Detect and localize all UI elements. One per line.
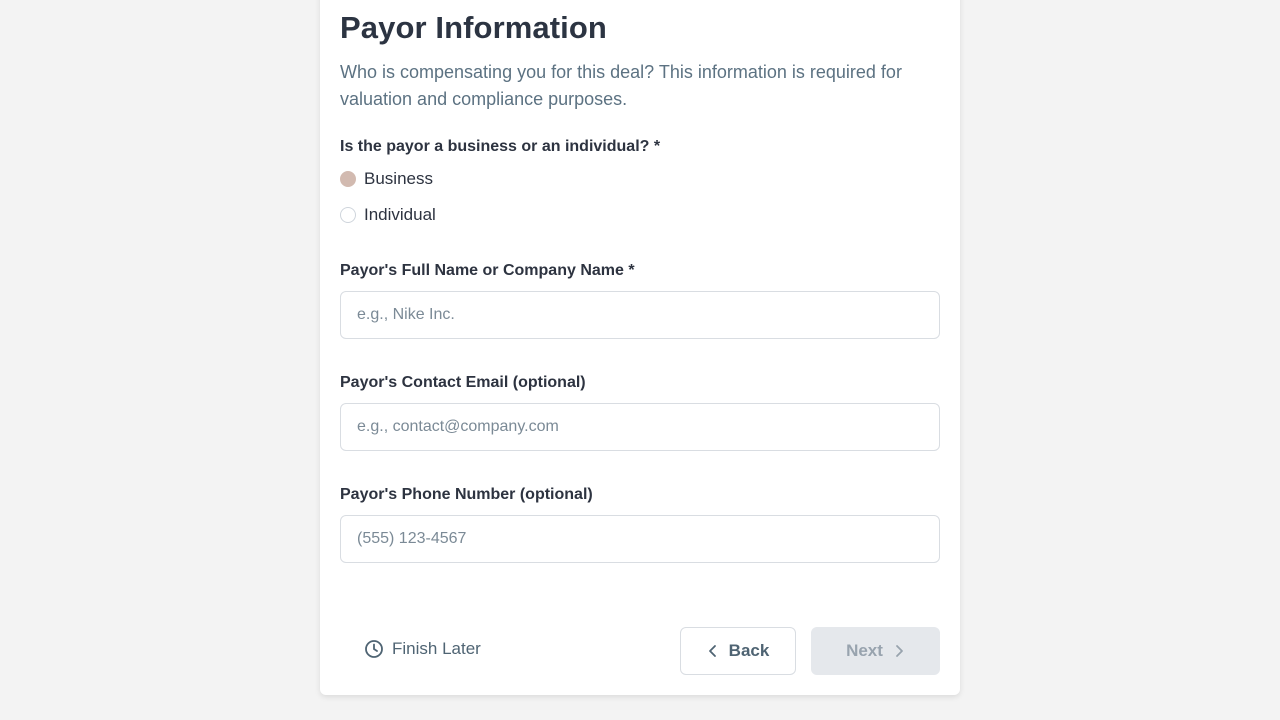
- radio-option-individual[interactable]: Individual: [340, 205, 436, 225]
- name-field-label: Payor's Full Name or Company Name *: [340, 262, 635, 279]
- radio-label-business: Business: [364, 169, 433, 188]
- form-card: Payor Information Who is compensating yo…: [320, 0, 960, 695]
- finish-later-label: Finish Later: [392, 639, 481, 658]
- page-subtitle: Who is compensating you for this deal? T…: [340, 62, 902, 109]
- payor-phone-input[interactable]: [340, 515, 940, 563]
- email-field-label: Payor's Contact Email (optional): [340, 374, 586, 391]
- payor-name-input[interactable]: [340, 291, 940, 339]
- payor-email-input[interactable]: [340, 403, 940, 451]
- chevron-left-icon: [707, 644, 719, 658]
- chevron-right-icon: [893, 644, 905, 658]
- finish-later-button[interactable]: Finish Later: [364, 639, 481, 659]
- radio-option-business[interactable]: Business: [340, 169, 433, 189]
- radio-label-individual: Individual: [364, 205, 436, 224]
- next-button-label: Next: [846, 641, 883, 660]
- radio-button-individual[interactable]: [340, 207, 356, 223]
- back-button-label: Back: [728, 641, 770, 660]
- next-button[interactable]: Next: [811, 627, 940, 675]
- clock-icon: [364, 639, 384, 659]
- page-title: Payor Information: [340, 10, 607, 45]
- back-button[interactable]: Back: [680, 627, 796, 675]
- radio-button-business[interactable]: [340, 171, 356, 187]
- payor-type-label: Is the payor a business or an individual…: [340, 138, 661, 155]
- phone-field-label: Payor's Phone Number (optional): [340, 486, 593, 503]
